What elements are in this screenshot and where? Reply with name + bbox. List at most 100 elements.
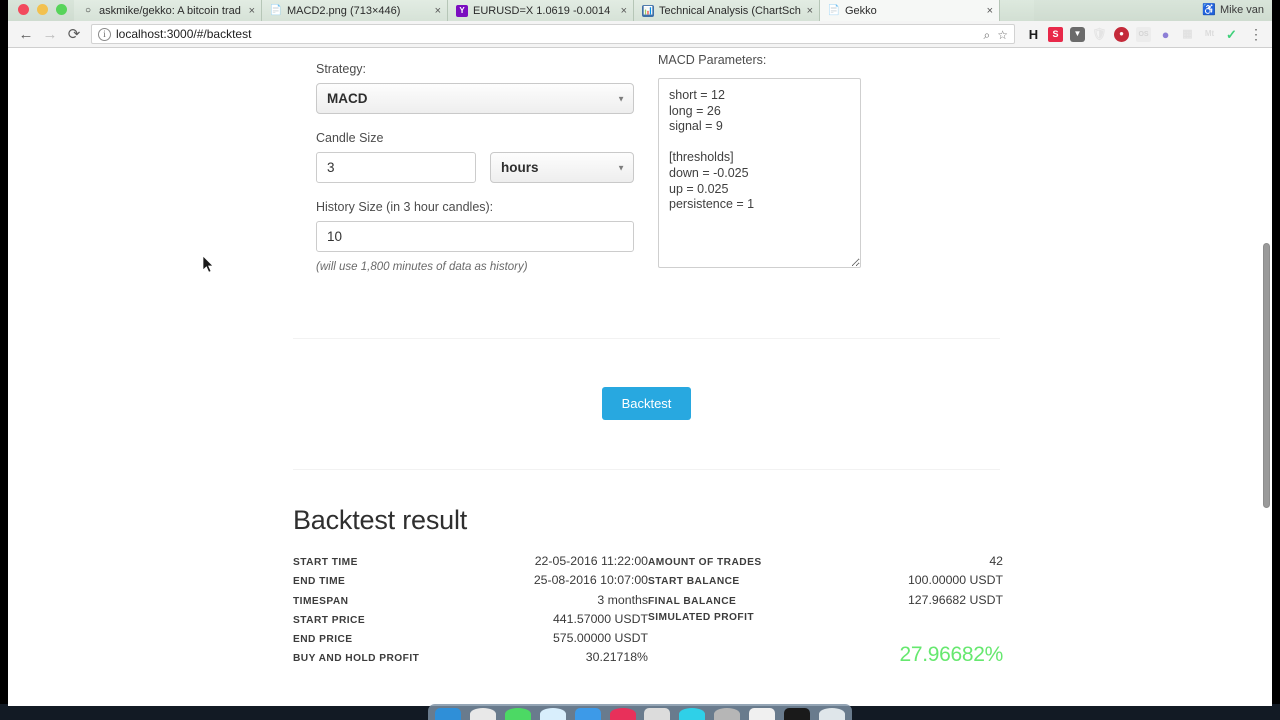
photos-icon[interactable]	[679, 708, 706, 720]
yahoo-icon: Y	[456, 4, 468, 17]
result-row: START TIME 22-05-2016 11:22:00	[293, 554, 648, 573]
result-key: START PRICE	[293, 614, 366, 626]
calendar-icon[interactable]	[644, 708, 671, 720]
tab-eurusd[interactable]: Y EURUSD=X 1.0619 -0.0014 ×	[448, 0, 634, 21]
music-icon[interactable]	[609, 708, 636, 720]
grammarly-extension-icon[interactable]: ✓	[1224, 27, 1239, 42]
candle-unit-select[interactable]: hours	[490, 152, 634, 183]
result-key: SIMULATED PROFIT	[648, 611, 755, 623]
user-badge-icon: ♿	[1202, 4, 1216, 16]
results-heading: Backtest result	[293, 505, 468, 535]
mouse-cursor	[203, 256, 214, 273]
forward-button[interactable]: →	[38, 22, 62, 46]
pocket-extension-icon[interactable]: ▼	[1070, 26, 1085, 42]
tab-close-icon[interactable]: ×	[249, 5, 255, 17]
safari-icon[interactable]	[539, 708, 566, 720]
tab-list: ○ askmike/gekko: A bitcoin trad × 📄 MACD…	[74, 0, 1034, 21]
browser-toolbar: ← → ⟳ i localhost:3000/#/backtest ⌕ ☆ H …	[8, 21, 1272, 48]
adblock-extension-icon[interactable]: ●	[1114, 26, 1129, 42]
history-size-input[interactable]	[316, 221, 634, 252]
results-grid: START TIME 22-05-2016 11:22:00 END TIME …	[293, 554, 1003, 670]
result-key: END PRICE	[293, 634, 353, 646]
simulated-profit-value: 27.96682%	[899, 643, 1003, 667]
strategy-select[interactable]: MACD	[316, 83, 634, 114]
result-row: FINAL BALANCE 127.96682 USDT	[648, 593, 1003, 612]
result-value: 3 months	[597, 592, 648, 607]
candle-size-label: Candle Size	[316, 131, 384, 145]
messages-icon[interactable]	[504, 708, 531, 720]
new-tab-button[interactable]	[1000, 0, 1034, 21]
candle-size-row: hours ▼	[316, 152, 634, 183]
chrome-icon[interactable]	[818, 708, 845, 720]
stylish-extension-icon[interactable]: S	[1048, 26, 1063, 42]
result-row: START PRICE 441.57000 USDT	[293, 612, 648, 631]
config-left-column: Strategy: MACD ▼ Candle Size 3 hours ▼ H…	[316, 62, 634, 273]
result-row: END PRICE 575.00000 USDT	[293, 631, 648, 650]
history-size-label: History Size (in 3 hour candles):	[316, 200, 494, 214]
terminal-icon[interactable]	[714, 708, 741, 720]
zoom-icon[interactable]: ⌕	[984, 28, 991, 43]
backtest-config-section: Strategy: MACD ▼ Candle Size 3 hours ▼ H…	[293, 48, 1000, 338]
result-row: TIMESPAN 3 months	[293, 593, 648, 612]
address-bar[interactable]: i localhost:3000/#/backtest ⌕ ☆	[91, 24, 1015, 44]
result-value: 441.57000 USDT	[552, 611, 648, 626]
result-key: AMOUNT OF TRADES	[648, 557, 762, 568]
strategy-label: Strategy:	[316, 62, 367, 76]
window-traffic-lights	[18, 4, 67, 15]
result-key: END TIME	[293, 576, 346, 588]
results-right-column: AMOUNT OF TRADES 42 START BALANCE 100.00…	[648, 554, 1003, 670]
orb-extension-icon[interactable]: ●	[1158, 27, 1173, 42]
slack-icon[interactable]	[784, 708, 811, 720]
result-row: SIMULATED PROFIT	[648, 612, 1003, 631]
close-window-button[interactable]	[18, 4, 29, 15]
reload-button[interactable]: ⟳	[62, 22, 86, 46]
backtest-button[interactable]: Backtest	[601, 387, 692, 420]
result-value: 30.21718%	[585, 650, 648, 665]
candle-unit-select-wrapper: hours ▼	[490, 152, 634, 183]
page-info-icon[interactable]: i	[98, 27, 111, 41]
tab-gekko[interactable]: 📄 Gekko ×	[820, 0, 1000, 21]
mt-extension-icon[interactable]: Mt	[1202, 27, 1217, 42]
result-row: START BALANCE 100.00000 USDT	[648, 573, 1003, 592]
notes-icon[interactable]	[749, 708, 776, 720]
macd-parameters-label: MACD Parameters:	[658, 53, 767, 67]
mail-icon[interactable]	[574, 708, 601, 720]
zoom-window-button[interactable]	[56, 4, 67, 15]
backtest-content: Strategy: MACD ▼ Candle Size 3 hours ▼ H…	[293, 48, 1003, 670]
qr-extension-icon[interactable]: ▦	[1180, 27, 1195, 42]
tab-title: Gekko	[845, 4, 877, 17]
candle-size-field-wrapper	[316, 152, 476, 183]
tab-macd2-png[interactable]: 📄 MACD2.png (713×446) ×	[262, 0, 448, 21]
browser-profile-chip[interactable]: ♿ Mike van	[1202, 3, 1264, 17]
siri-icon[interactable]	[469, 708, 496, 720]
minimize-window-button[interactable]	[37, 4, 48, 15]
os-extension-icon[interactable]: OS	[1136, 26, 1151, 42]
tab-close-icon[interactable]: ×	[621, 5, 627, 17]
omnibox-actions: ⌕ ☆	[984, 25, 1009, 45]
result-key: TIMESPAN	[293, 595, 349, 607]
macd-parameters-textarea[interactable]: short = 12 long = 26 signal = 9 [thresho…	[658, 78, 861, 268]
candle-size-input[interactable]	[316, 152, 476, 183]
result-value: 42	[989, 554, 1003, 568]
tab-technical-analysis[interactable]: 📊 Technical Analysis (ChartScho ×	[634, 0, 820, 21]
result-value: 100.00000 USDT	[907, 573, 1003, 588]
tab-close-icon[interactable]: ×	[807, 5, 813, 17]
chrome-menu-icon[interactable]: ⋮	[1246, 26, 1266, 43]
bookmark-star-icon[interactable]: ☆	[997, 28, 1008, 42]
gekko-backtest-page: Strategy: MACD ▼ Candle Size 3 hours ▼ H…	[8, 48, 1272, 706]
tab-gekko-repo[interactable]: ○ askmike/gekko: A bitcoin trad ×	[74, 0, 262, 21]
tab-strip: ○ askmike/gekko: A bitcoin trad × 📄 MACD…	[8, 0, 1272, 21]
honey-extension-icon[interactable]: H	[1026, 27, 1041, 42]
result-key: FINAL BALANCE	[648, 595, 737, 607]
tab-title: EURUSD=X 1.0619 -0.0014	[473, 4, 611, 17]
shield-extension-icon[interactable]: 🛡	[1092, 27, 1107, 42]
back-button[interactable]: ←	[14, 22, 38, 46]
result-row: END TIME 25-08-2016 10:07:00	[293, 573, 648, 592]
finder-icon[interactable]	[435, 708, 461, 720]
result-value: 25-08-2016 10:07:00	[533, 573, 648, 588]
backtest-button-area: Backtest	[293, 339, 1000, 469]
result-value: 127.96682 USDT	[907, 592, 1003, 607]
tab-close-icon[interactable]: ×	[435, 5, 441, 17]
page-scrollbar-thumb[interactable]	[1263, 243, 1270, 508]
tab-close-icon[interactable]: ×	[987, 5, 993, 17]
